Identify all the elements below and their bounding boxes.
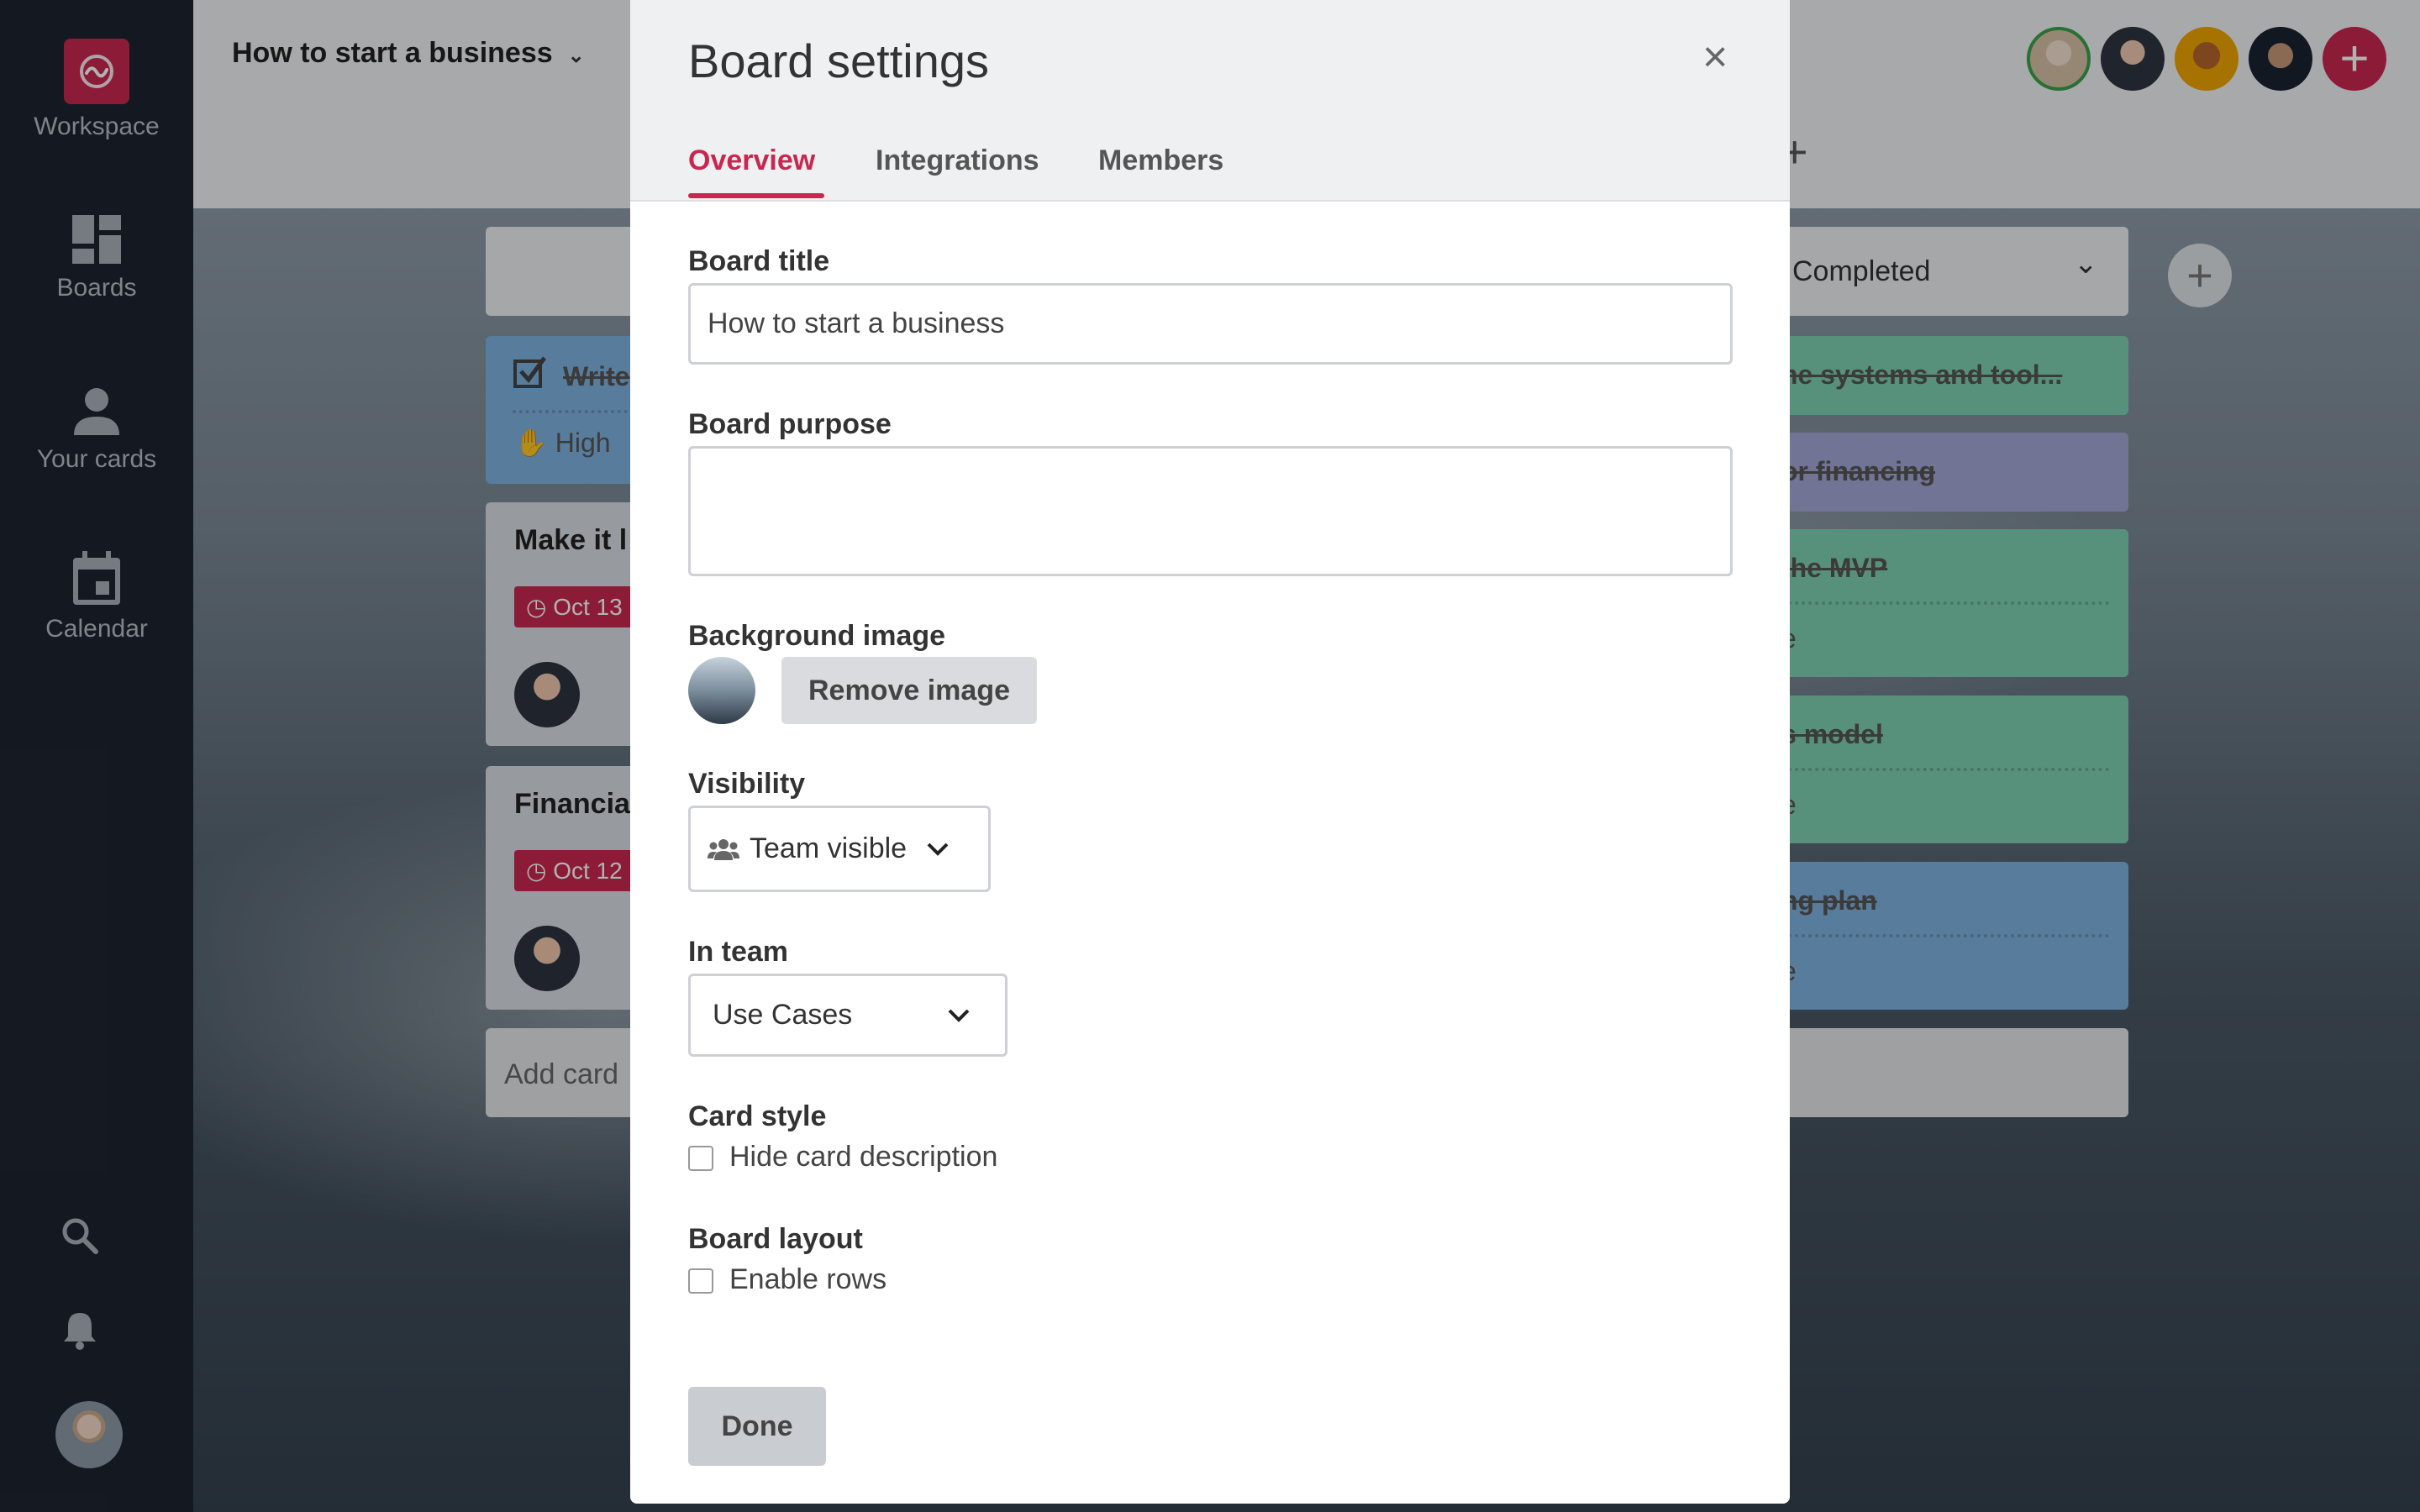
close-icon[interactable]: × — [1702, 35, 1728, 79]
modal-header: Board settings × Overview Integrations M… — [630, 0, 1790, 202]
board-title-value: How to start a business — [708, 307, 1005, 339]
enable-rows-checkbox[interactable] — [688, 1268, 713, 1294]
board-purpose-label: Board purpose — [688, 408, 892, 440]
done-button[interactable]: Done — [688, 1387, 826, 1466]
visibility-value: Team visible — [750, 832, 908, 864]
board-title-label: Board title — [688, 245, 830, 277]
board-title-input[interactable]: How to start a business — [688, 283, 1733, 365]
visibility-label: Visibility — [688, 768, 806, 800]
chevron-down-icon — [948, 1009, 970, 1022]
background-thumbnail — [688, 657, 755, 724]
board-settings-modal: Board settings × Overview Integrations M… — [630, 0, 1790, 1504]
hide-description-label[interactable]: Hide card description — [729, 1141, 997, 1173]
hide-description-checkbox[interactable] — [688, 1146, 713, 1171]
board-purpose-input[interactable] — [688, 446, 1733, 576]
team-select[interactable]: Use Cases — [688, 974, 1007, 1057]
modal-title: Board settings — [688, 34, 989, 87]
enable-rows-label[interactable]: Enable rows — [729, 1263, 886, 1296]
background-image-label: Background image — [688, 620, 946, 652]
visibility-select[interactable]: Team visible — [688, 806, 991, 892]
tab-integrations[interactable]: Integrations — [876, 144, 1039, 177]
in-team-label: In team — [688, 936, 789, 968]
active-tab-indicator — [688, 193, 824, 198]
chevron-down-icon — [927, 843, 949, 856]
tab-members[interactable]: Members — [1098, 144, 1223, 177]
team-icon — [708, 838, 739, 860]
team-value: Use Cases — [713, 999, 853, 1031]
board-layout-label: Board layout — [688, 1223, 863, 1255]
card-style-label: Card style — [688, 1100, 827, 1132]
remove-image-button[interactable]: Remove image — [781, 657, 1037, 724]
tab-overview[interactable]: Overview — [688, 144, 815, 177]
